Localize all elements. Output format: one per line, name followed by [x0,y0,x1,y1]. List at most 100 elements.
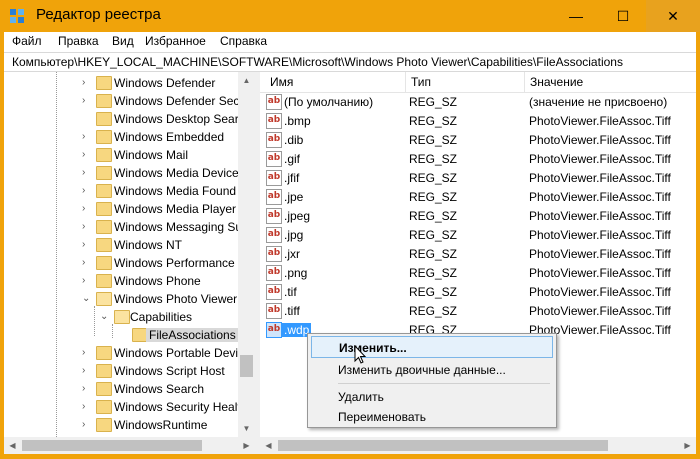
tree-item-label: Capabilities [130,310,193,324]
tree-item[interactable]: › Windows Performance [4,254,238,272]
tree-item[interactable]: › Windows Defender [4,74,238,92]
tree-item[interactable]: › Windows Phone [4,272,238,290]
tree-item[interactable]: FileAssociations [4,326,239,344]
menu-item-modify-binary[interactable]: Изменить двоичные данные... [311,359,553,381]
tree-item[interactable]: ⌄ Capabilities [4,308,238,326]
modify-label: Изменить... [339,341,407,355]
scroll-right-icon[interactable]: ▶ [679,437,696,454]
folder-icon [96,148,112,162]
chevron-right-icon[interactable]: › [82,185,85,196]
menu-favorites[interactable]: Избранное [145,34,206,48]
column-name[interactable]: Имя [270,75,293,89]
maximize-button[interactable]: ☐ [600,0,646,32]
column-data[interactable]: Значение [530,75,583,89]
list-item[interactable]: ab .jfif REG_SZ PhotoViewer.FileAssoc.Tiff [260,169,696,188]
menu-item-delete[interactable]: Удалить [311,386,553,408]
tree-item[interactable]: › WindowsRuntime [4,416,238,434]
tree-item[interactable]: › Windows Messaging Su [4,218,242,236]
chevron-right-icon[interactable]: › [82,167,85,178]
tree-item-label: Windows Media Device [114,166,239,180]
list-item[interactable]: ab .jxr REG_SZ PhotoViewer.FileAssoc.Tiff [260,245,696,264]
close-icon: ✕ [667,7,679,24]
scroll-left-icon[interactable]: ◀ [260,437,277,454]
folder-icon [96,346,112,360]
scroll-up-icon[interactable]: ▲ [238,72,255,89]
value-type: REG_SZ [409,209,458,223]
tree-item-label: Windows Search [114,382,205,396]
chevron-right-icon[interactable]: › [82,419,85,430]
chevron-right-icon[interactable]: › [82,77,85,88]
value-type: REG_SZ [409,190,458,204]
chevron-right-icon[interactable]: › [82,383,85,394]
folder-icon [96,76,112,90]
menu-edit[interactable]: Правка [58,34,99,48]
tree-item[interactable]: ⌄ Windows Photo Viewer [4,290,238,308]
tree-horizontal-scrollbar[interactable]: ◀ ▶ [4,437,255,454]
menu-file[interactable]: Файл [12,34,42,48]
list-item[interactable]: ab .gif REG_SZ PhotoViewer.FileAssoc.Tiff [260,150,696,169]
tree-item[interactable]: › Windows Mail [4,146,238,164]
list-item[interactable]: ab .dib REG_SZ PhotoViewer.FileAssoc.Tiff [260,131,696,150]
list-horizontal-scrollbar[interactable]: ◀ ▶ [260,437,696,454]
list-item[interactable]: ab (По умолчанию) REG_SZ (значение не присв… [260,93,696,112]
tree-item[interactable]: › Windows Script Host [4,362,238,380]
scroll-right-icon[interactable]: ▶ [238,437,255,454]
chevron-right-icon[interactable]: › [82,95,85,106]
tree-item-label: Windows Messaging Su [114,220,243,234]
column-type[interactable]: Тип [411,75,431,89]
title-bar[interactable]: Редактор реестра — ☐ ✕ [0,0,700,32]
tree-item[interactable]: › Windows Media Player [4,200,238,218]
list-item[interactable]: ab .tiff REG_SZ PhotoViewer.FileAssoc.Tiff [260,302,696,321]
chevron-right-icon[interactable]: › [82,401,85,412]
list-item[interactable]: ab .jpg REG_SZ PhotoViewer.FileAssoc.Tiff [260,226,696,245]
scroll-down-icon[interactable]: ▼ [238,420,255,437]
list-item[interactable]: ab .bmp REG_SZ PhotoViewer.FileAssoc.Tiff [260,112,696,131]
chevron-right-icon[interactable]: › [82,131,85,142]
chevron-right-icon[interactable]: › [82,275,85,286]
tree-item[interactable]: › Windows NT [4,236,238,254]
tree-vertical-scrollbar[interactable]: ▲ ▼ [238,72,255,437]
tree-item[interactable]: › Windows Portable Devi [4,344,238,362]
tree-item[interactable]: Windows Desktop Searc [4,110,245,128]
address-path[interactable]: Компьютер\HKEY_LOCAL_MACHINE\SOFTWARE\Mi… [12,55,623,69]
chevron-right-icon[interactable]: › [82,149,85,160]
tree-item[interactable]: › Windows Media Found [4,182,238,200]
folder-icon [96,202,112,216]
chevron-right-icon[interactable]: › [82,365,85,376]
menu-item-modify[interactable]: Изменить... [311,336,553,358]
regedit-app-icon [10,9,24,23]
chevron-right-icon[interactable]: › [82,347,85,358]
chevron-right-icon[interactable]: › [82,257,85,268]
chevron-right-icon[interactable]: › [82,221,85,232]
value-name: .tif [284,285,297,299]
tree-item[interactable]: › Windows Search [4,380,238,398]
value-data: PhotoViewer.FileAssoc.Tiff [529,304,671,318]
column-divider[interactable] [524,72,525,92]
minimize-button[interactable]: — [553,0,599,32]
tree-item[interactable]: › Windows Defender Secu [4,92,246,110]
chevron-right-icon[interactable]: › [82,239,85,250]
address-bar[interactable]: Компьютер\HKEY_LOCAL_MACHINE\SOFTWARE\Mi… [4,52,696,72]
list-item[interactable]: ab .tif REG_SZ PhotoViewer.FileAssoc.Tiff [260,283,696,302]
tree-scroll-thumb[interactable] [240,355,253,377]
tree-item-label: FileAssociations [146,328,239,342]
list-item[interactable]: ab .jpe REG_SZ PhotoViewer.FileAssoc.Tiff [260,188,696,207]
tree-item[interactable]: › Windows Embedded [4,128,238,146]
string-value-icon: ab [266,113,282,129]
chevron-down-icon[interactable]: ⌄ [100,311,108,322]
tree-hscroll-thumb[interactable] [22,440,202,451]
scroll-left-icon[interactable]: ◀ [4,437,21,454]
menu-help[interactable]: Справка [220,34,267,48]
list-item[interactable]: ab .png REG_SZ PhotoViewer.FileAssoc.Tiff [260,264,696,283]
list-item[interactable]: ab .jpeg REG_SZ PhotoViewer.FileAssoc.Tiff [260,207,696,226]
tree-item[interactable]: › Windows Media Device [4,164,239,182]
string-value-icon: ab [266,132,282,148]
column-divider[interactable] [405,72,406,92]
chevron-right-icon[interactable]: › [82,203,85,214]
tree-item[interactable]: › Windows Security Healt [4,398,241,416]
menu-item-rename[interactable]: Переименовать [311,406,553,428]
chevron-down-icon[interactable]: ⌄ [82,293,90,304]
menu-view[interactable]: Вид [112,34,134,48]
close-button[interactable]: ✕ [646,0,700,32]
list-hscroll-thumb[interactable] [278,440,608,451]
